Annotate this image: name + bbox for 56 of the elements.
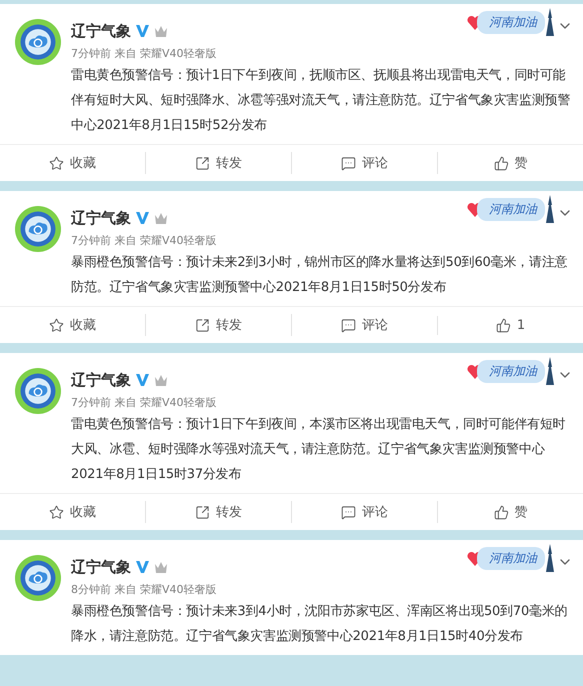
- favorite-button[interactable]: 收藏: [45, 314, 100, 336]
- post-meta: 7分钟前 来自 荣耀V40轻奢版: [71, 233, 218, 248]
- verified-icon: [136, 212, 149, 224]
- share-icon: [195, 156, 210, 170]
- post-meta: 8分钟前 来自 荣耀V40轻奢版: [71, 582, 218, 597]
- star-icon: [49, 156, 64, 170]
- author-name[interactable]: 辽宁气象: [71, 22, 131, 40]
- comment-icon: [341, 318, 356, 332]
- avatar-logo-icon: [15, 553, 61, 603]
- post-text: 雷电黄色预警信号：预计1日下午到夜间，抚顺市区、抚顺县将出现雷电天气，同时可能伴有短时大风、短时强降水、冰雹等强对流天气，请注意防范。辽宁省气象灾害监测预警中心2021年8月1日15时52分发布: [71, 67, 571, 135]
- author-name[interactable]: 辽宁气象: [71, 208, 131, 228]
- crown-icon: [154, 24, 168, 38]
- verified-icon: [136, 561, 149, 573]
- comment-icon: [341, 156, 356, 170]
- post-text: 雷电黄色预警信号：预计1日下午到夜间，本溪市区将出现雷电天气，同时可能伴有短时大风、冰雹、短时强降水等强对流天气，请注意防范。辽宁省气象灾害监测预警中心2021年8月1日15时37分发布: [71, 416, 566, 484]
- thumbs-up-icon: [494, 504, 508, 520]
- verified-icon: [136, 25, 149, 37]
- tower-icon: [545, 8, 555, 36]
- repost-button[interactable]: 转发: [191, 152, 246, 174]
- post-meta: 7分钟前 来自 荣耀V40轻奢版: [71, 395, 218, 410]
- campaign-badge: 河南加油: [477, 360, 545, 382]
- author-name[interactable]: 辽宁气象: [71, 558, 131, 576]
- crown-icon: [154, 212, 168, 224]
- thumbs-up-icon: [496, 318, 511, 332]
- comment-button[interactable]: 评论: [337, 314, 392, 336]
- like-button[interactable]: 赞: [490, 152, 532, 174]
- campaign-badge: 河南加油: [477, 546, 545, 570]
- thumbs-up-icon: [494, 156, 508, 170]
- post-meta: 7分钟前 来自 荣耀V40轻奢版: [71, 46, 218, 61]
- author-name[interactable]: 辽宁气象: [71, 370, 131, 390]
- favorite-button[interactable]: 收藏: [45, 501, 100, 523]
- favorite-button[interactable]: 收藏: [45, 152, 100, 174]
- avatar-logo-icon: [15, 366, 61, 416]
- campaign-badge: 河南加油: [477, 10, 545, 34]
- star-icon: [49, 318, 64, 332]
- avatar-logo-icon: [15, 204, 61, 254]
- tower-icon: [545, 195, 555, 223]
- crown-icon: [154, 374, 168, 386]
- share-icon: [195, 504, 210, 520]
- avatar-logo-icon: [15, 17, 61, 67]
- like-button[interactable]: 1: [492, 316, 530, 334]
- comment-button[interactable]: 评论: [337, 152, 392, 174]
- tower-icon: [545, 544, 555, 572]
- like-button[interactable]: 赞: [490, 501, 532, 523]
- tower-icon: [545, 357, 555, 385]
- share-icon: [195, 318, 210, 332]
- post-text: 暴雨橙色预警信号：预计未来2到3小时，锦州市区的降水量将达到50到60毫米，请注意防范。辽宁省气象灾害监测预警中心2021年8月1日15时50分发布: [71, 254, 568, 297]
- campaign-badge: 河南加油: [477, 198, 545, 220]
- repost-button[interactable]: 转发: [191, 501, 246, 523]
- verified-icon: [136, 374, 149, 386]
- post-text: 暴雨橙色预警信号：预计未来3到4小时，沈阳市苏家屯区、浑南区将出现50到70毫米的降水，请注意防范。辽宁省气象灾害监测预警中心2021年8月1日15时40分发布: [71, 603, 568, 646]
- comment-button[interactable]: 评论: [337, 501, 392, 523]
- star-icon: [49, 504, 64, 520]
- comment-icon: [341, 504, 356, 520]
- repost-button[interactable]: 转发: [191, 314, 246, 336]
- crown-icon: [154, 560, 168, 574]
